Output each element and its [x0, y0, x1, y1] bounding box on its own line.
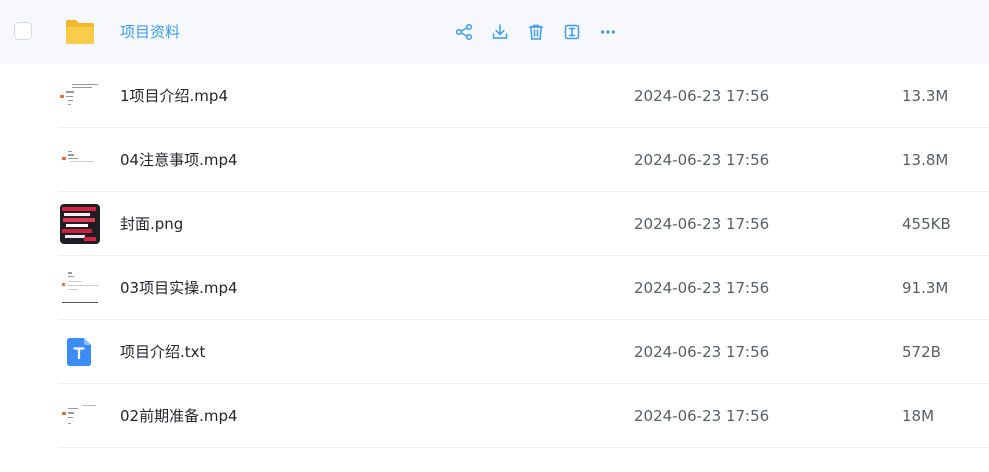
file-row[interactable]: 1项目介绍.mp4 2024-06-23 17:56 13.3M — [0, 64, 989, 128]
file-size: 18M — [902, 407, 935, 425]
file-row[interactable]: 02前期准备.mp4 2024-06-23 17:56 18M — [0, 384, 989, 448]
trash-icon[interactable] — [524, 20, 548, 44]
video-thumbnail-icon — [60, 76, 100, 116]
video-thumbnail-icon — [60, 396, 100, 436]
rename-icon[interactable] — [560, 20, 584, 44]
file-time: 2024-06-23 17:56 — [634, 407, 770, 425]
folder-row[interactable]: 项目资料 — [0, 0, 989, 64]
file-time: 2024-06-23 17:56 — [634, 215, 770, 233]
file-name[interactable]: 项目介绍.txt — [120, 320, 205, 384]
file-row[interactable]: 03项目实操.mp4 2024-06-23 17:56 91.3M — [0, 256, 989, 320]
file-size: 13.8M — [902, 151, 949, 169]
text-file-icon — [60, 332, 100, 372]
file-row[interactable]: 项目介绍.txt 2024-06-23 17:56 572B — [0, 320, 989, 384]
row-actions — [452, 20, 620, 44]
share-icon[interactable] — [452, 20, 476, 44]
file-name[interactable]: 03项目实操.mp4 — [120, 256, 238, 320]
file-name[interactable]: 封面.png — [120, 192, 183, 256]
file-row[interactable]: 封面.png 2024-06-23 17:56 455KB — [0, 192, 989, 256]
file-time: 2024-06-23 17:56 — [634, 87, 770, 105]
file-size: 572B — [902, 343, 941, 361]
video-thumbnail-icon — [60, 268, 100, 308]
file-time: 2024-06-23 17:56 — [634, 151, 770, 169]
file-size: 455KB — [902, 215, 951, 233]
row-checkbox[interactable] — [14, 22, 32, 40]
image-thumbnail-icon — [60, 204, 100, 244]
video-thumbnail-icon — [60, 140, 100, 180]
folder-icon — [60, 12, 100, 52]
file-name[interactable]: 1项目介绍.mp4 — [120, 64, 228, 128]
more-icon[interactable] — [596, 20, 620, 44]
download-icon[interactable] — [488, 20, 512, 44]
folder-name[interactable]: 项目资料 — [120, 0, 180, 64]
file-size: 13.3M — [902, 87, 949, 105]
file-name[interactable]: 04注意事项.mp4 — [120, 128, 238, 192]
file-size: 91.3M — [902, 279, 949, 297]
file-list: 项目资料 1项目介绍.mp4 2024-06-23 17:56 13.3M 04… — [0, 0, 989, 448]
file-time: 2024-06-23 17:56 — [634, 343, 770, 361]
file-time: 2024-06-23 17:56 — [634, 279, 770, 297]
file-row[interactable]: 04注意事项.mp4 2024-06-23 17:56 13.8M — [0, 128, 989, 192]
file-name[interactable]: 02前期准备.mp4 — [120, 384, 238, 448]
